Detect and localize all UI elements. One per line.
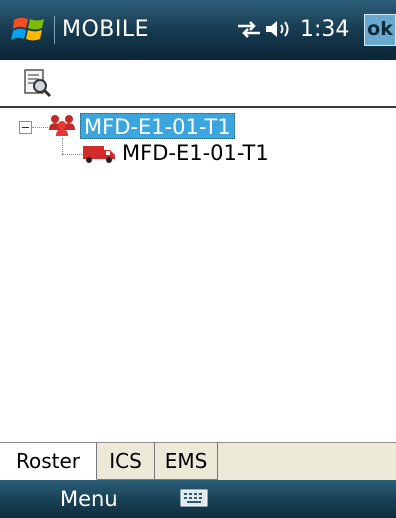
group-icon [49,115,75,136]
windows-start-icon[interactable] [10,12,50,46]
tree-connector [62,154,82,155]
tab-ics[interactable]: ICS [97,443,155,480]
toolbar [0,60,396,106]
ok-button[interactable]: ok [364,14,396,46]
tree-child-item[interactable]: MFD-E1-01-T1 [122,140,269,166]
truck-icon [83,146,115,163]
menu-button[interactable]: Menu [60,485,118,513]
tree-connector [32,127,48,128]
tab-ems[interactable]: EMS [155,443,218,480]
soft-key-bar: Menu [0,480,396,518]
collapse-toggle-icon[interactable] [19,121,32,134]
connectivity-icon[interactable] [236,18,262,40]
tree-connector [62,138,63,154]
find-icon[interactable] [22,68,52,98]
tab-roster[interactable]: Roster [0,443,97,480]
title-separator [54,16,55,44]
tree-root-item[interactable]: MFD-E1-01-T1 [80,113,235,139]
app-title: MOBILE [62,17,150,42]
clock: 1:34 [300,17,350,42]
title-bar: MOBILE 1:34 ok [0,0,396,60]
keyboard-icon[interactable] [180,489,208,507]
volume-icon[interactable] [264,18,294,40]
